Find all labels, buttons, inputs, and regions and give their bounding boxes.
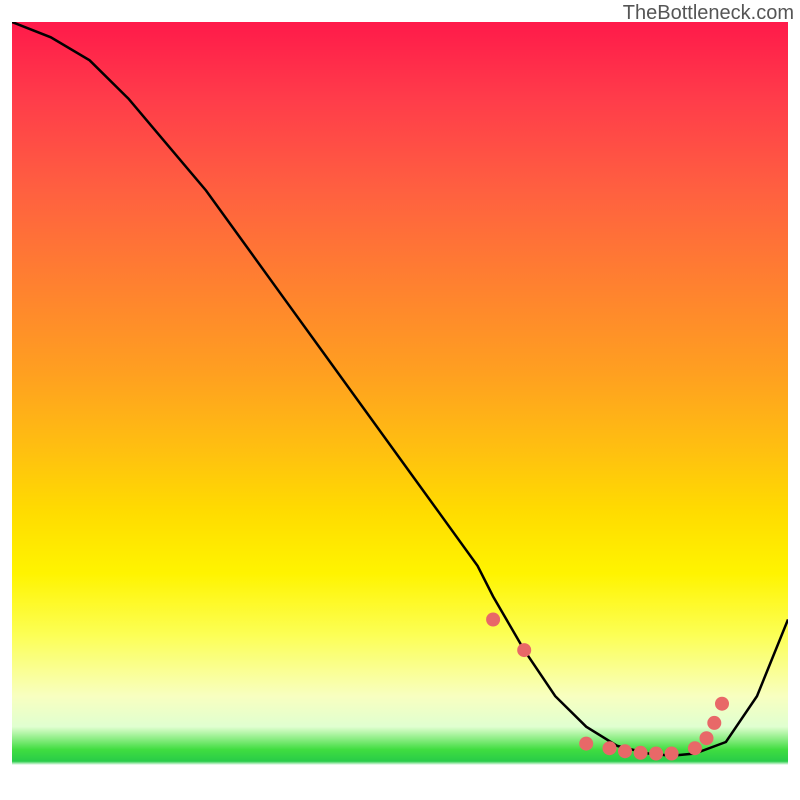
data-marker bbox=[618, 744, 632, 758]
data-marker bbox=[486, 613, 500, 627]
data-marker bbox=[707, 716, 721, 730]
chart-line bbox=[12, 22, 788, 756]
data-marker bbox=[517, 643, 531, 657]
data-marker bbox=[665, 747, 679, 761]
chart-svg bbox=[12, 22, 788, 788]
data-marker bbox=[649, 747, 663, 761]
watermark-label: TheBottleneck.com bbox=[623, 2, 794, 25]
data-marker bbox=[700, 731, 714, 745]
data-marker bbox=[688, 741, 702, 755]
chart-container: TheBottleneck.com bbox=[0, 0, 800, 800]
data-marker bbox=[579, 737, 593, 751]
chart-markers bbox=[486, 613, 729, 761]
data-marker bbox=[634, 746, 648, 760]
data-marker bbox=[603, 741, 617, 755]
data-marker bbox=[715, 697, 729, 711]
